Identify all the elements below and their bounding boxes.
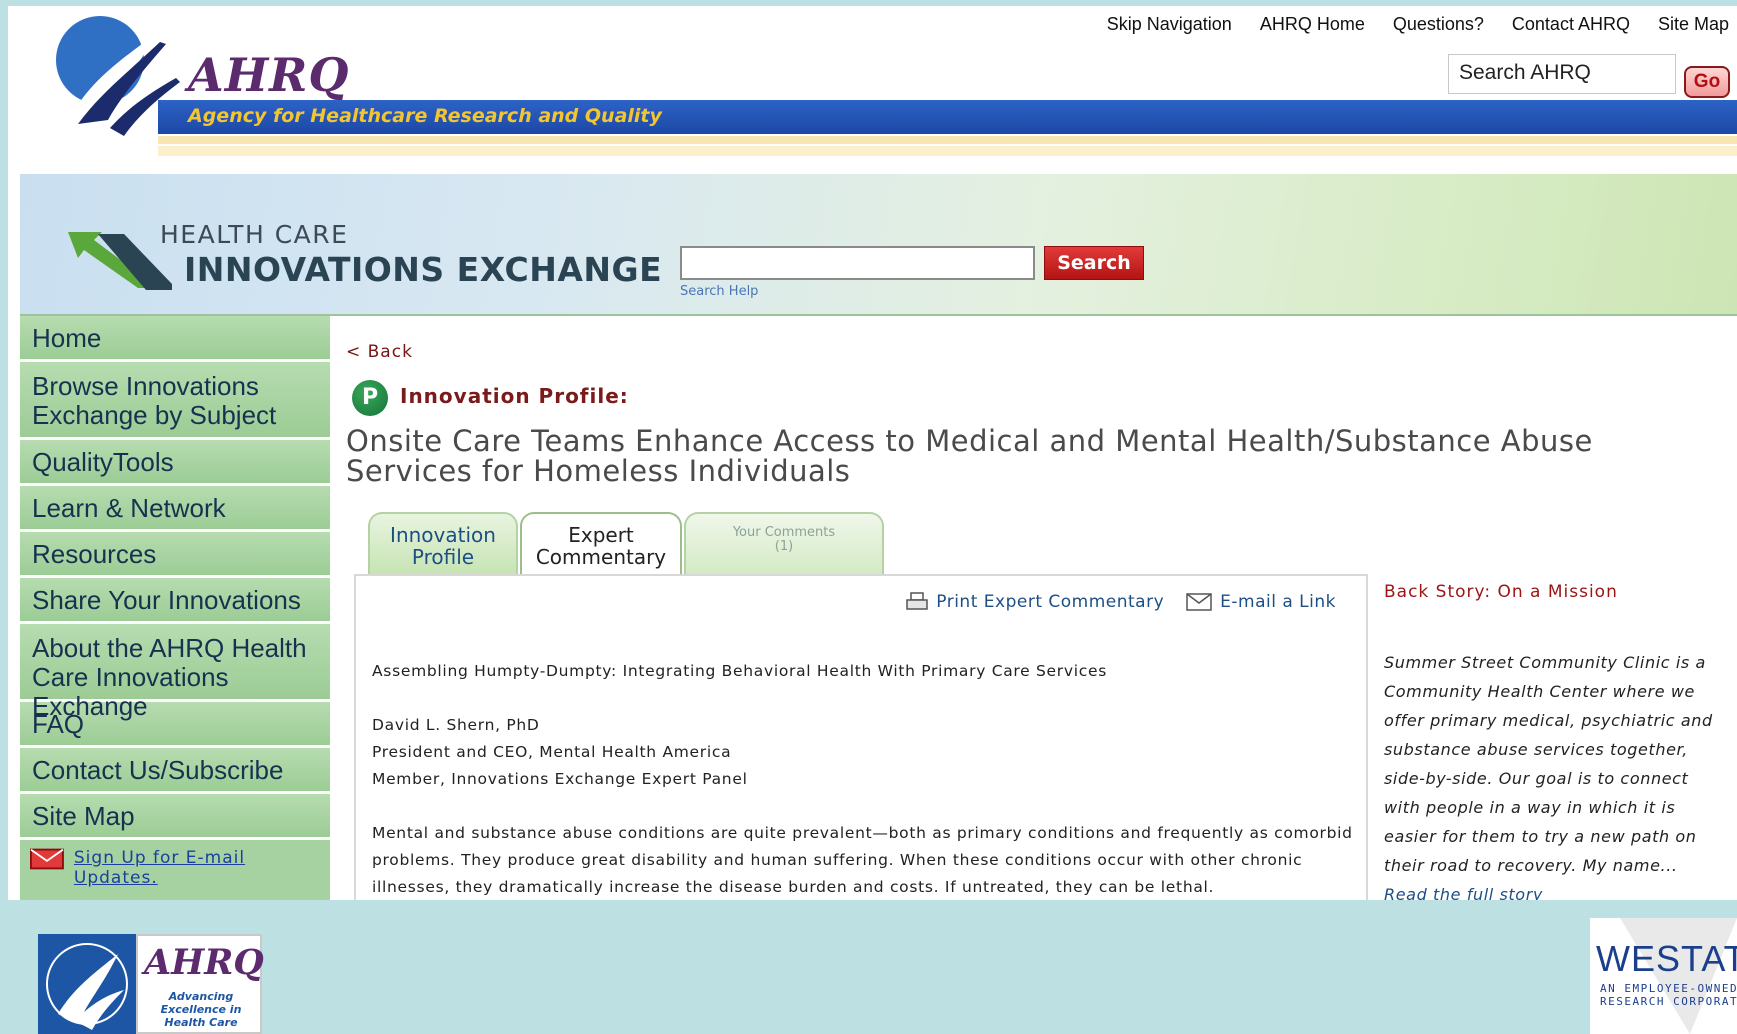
print-commentary-link[interactable]: Print Expert Commentary xyxy=(906,592,1164,612)
backstory-text: Summer Street Community Clinic is a Comm… xyxy=(1384,648,1729,900)
article-paragraph: Mental and substance abuse conditions ar… xyxy=(372,824,1353,896)
commentary-body: Assembling Humpty-Dumpty: Integrating Be… xyxy=(372,658,1362,900)
banner-title-big: INNOVATIONS EXCHANGE xyxy=(184,250,663,289)
sidebar-item-browse[interactable]: Browse Innovations Exchange by Subject xyxy=(20,362,330,440)
print-commentary-label: Print Expert Commentary xyxy=(936,592,1165,612)
profile-label: Innovation Profile: xyxy=(400,384,629,408)
sidebar-item-resources[interactable]: Resources xyxy=(20,532,330,578)
email-link[interactable]: E-mail a Link xyxy=(1186,592,1336,612)
author-panel: Member, Innovations Exchange Expert Pane… xyxy=(372,770,748,788)
ahrq-footer-wordmark: AHRQ xyxy=(144,942,264,983)
sidebar-item-faq[interactable]: FAQ xyxy=(20,702,330,748)
page-title: Onsite Care Teams Enhance Access to Medi… xyxy=(346,424,1593,488)
printer-icon xyxy=(906,592,929,610)
nav-contact-ahrq[interactable]: Contact AHRQ xyxy=(1512,14,1630,35)
email-link-label: E-mail a Link xyxy=(1220,592,1336,612)
sidebar-item-about[interactable]: About the AHRQ Health Care Innovations E… xyxy=(20,624,330,721)
tab-your-comments[interactable]: Your Comments (1) xyxy=(684,512,884,574)
sidebar-item-site-map[interactable]: Site Map xyxy=(20,794,330,840)
tab-innovation-profile[interactable]: Innovation Profile xyxy=(368,512,518,574)
commentary-actions: Print Expert Commentary E-mail a Link xyxy=(906,592,1336,612)
mail-icon xyxy=(1186,593,1212,611)
tab-your-comments-label: Your Comments xyxy=(732,525,836,540)
envelope-icon xyxy=(30,848,64,870)
westat-wordmark: WESTAT xyxy=(1596,938,1737,979)
nav-site-map[interactable]: Site Map xyxy=(1658,14,1729,35)
sidebar-item-learn-network[interactable]: Learn & Network xyxy=(20,486,330,532)
westat-logo: WESTAT AN EMPLOYEE-OWNED RESEARCH CORPOR… xyxy=(1590,918,1737,1034)
author-name: David L. Shern, PhD xyxy=(372,716,540,734)
article-title: Assembling Humpty-Dumpty: Integrating Be… xyxy=(372,662,1107,680)
read-full-story-link[interactable]: Read the full story xyxy=(1384,885,1543,900)
backstory-excerpt: Summer Street Community Clinic is a Comm… xyxy=(1384,653,1713,875)
nav-skip-navigation[interactable]: Skip Navigation xyxy=(1107,14,1232,35)
author-role: President and CEO, Mental Health America xyxy=(372,743,732,761)
westat-tagline-line2: RESEARCH CORPORATION xyxy=(1600,995,1737,1008)
commentary-panel: Print Expert Commentary E-mail a Link As… xyxy=(354,574,1368,900)
westat-tagline: AN EMPLOYEE-OWNED RESEARCH CORPORATION xyxy=(1600,982,1737,1008)
utility-nav: Skip Navigation AHRQ Home Questions? Con… xyxy=(1107,14,1729,35)
sidebar-item-contact[interactable]: Contact Us/Subscribe xyxy=(20,748,330,794)
slide: AHRQ Agency for Healthcare Research and … xyxy=(0,0,1737,1034)
sidebar-item-home[interactable]: Home xyxy=(20,316,330,362)
comments-count: (1) xyxy=(774,539,794,554)
header-stripe xyxy=(158,136,1737,144)
agency-name: Agency for Healthcare Research and Quali… xyxy=(188,105,662,127)
westat-tagline-line1: AN EMPLOYEE-OWNED xyxy=(1600,982,1737,995)
search-help-link[interactable]: Search Help xyxy=(680,284,758,299)
backstory-title[interactable]: Back Story: On a Mission xyxy=(1384,582,1618,602)
tab-expert-commentary[interactable]: Expert Commentary xyxy=(520,512,682,574)
browser-screenshot: AHRQ Agency for Healthcare Research and … xyxy=(8,6,1737,900)
sidebar-item-share[interactable]: Share Your Innovations xyxy=(20,578,330,624)
ahrq-search-input[interactable]: Search AHRQ xyxy=(1448,54,1676,94)
banner-title-small: HEALTH CARE xyxy=(160,220,349,249)
exchange-search-input[interactable] xyxy=(680,246,1035,280)
nav-ahrq-home[interactable]: AHRQ Home xyxy=(1260,14,1365,35)
email-signup-label: Sign Up for E-mail Updates. xyxy=(73,848,246,888)
exchange-search-button[interactable]: Search xyxy=(1044,246,1144,280)
ahrq-footer-logo: AHRQ Advancing Excellence in Health Care xyxy=(136,934,264,1034)
back-link[interactable]: < Back xyxy=(346,342,413,362)
ahrq-footer-tagline: Advancing Excellence in Health Care xyxy=(160,990,242,1029)
nav-questions[interactable]: Questions? xyxy=(1393,14,1484,35)
ahrq-logo-text[interactable]: AHRQ xyxy=(188,48,349,102)
hhs-eagle-footer-icon xyxy=(38,934,136,1034)
email-signup-link[interactable]: Sign Up for E-mail Updates. xyxy=(20,840,330,896)
go-button[interactable]: Go xyxy=(1684,66,1730,98)
header-stripe xyxy=(158,146,1737,156)
sidebar-item-quality-tools[interactable]: QualityTools xyxy=(20,440,330,486)
sidebar-nav: Home Browse Innovations Exchange by Subj… xyxy=(20,316,330,900)
profile-badge-icon: P xyxy=(352,380,388,416)
innovations-exchange-banner: HEALTH CARE INNOVATIONS EXCHANGE Search … xyxy=(20,174,1737,316)
